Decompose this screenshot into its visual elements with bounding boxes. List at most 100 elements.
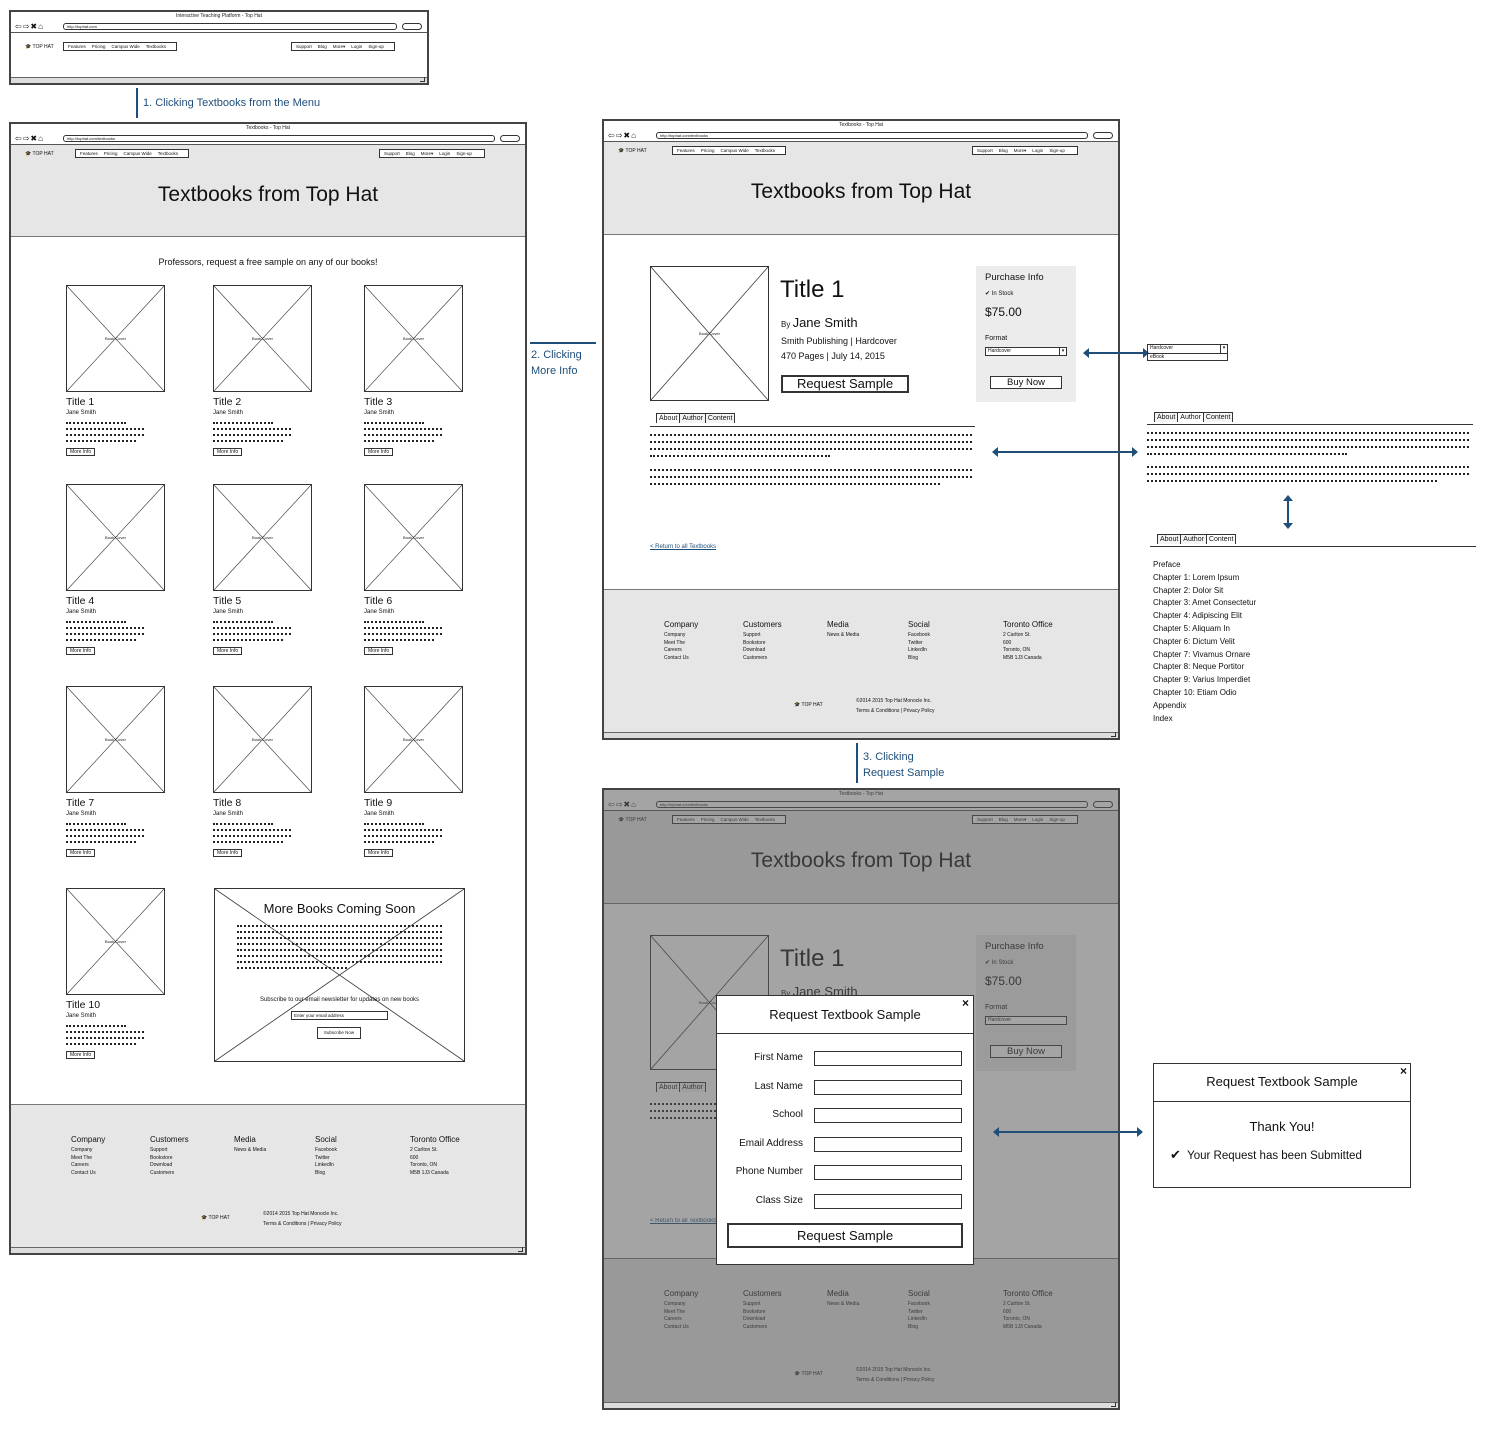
- logo[interactable]: 🎓 TOP HAT: [25, 43, 54, 51]
- more-info-button[interactable]: More Info: [364, 647, 394, 655]
- address-bar[interactable]: http://tophat.com: [63, 23, 397, 30]
- book-title[interactable]: Title 7: [66, 797, 94, 809]
- chapter-item[interactable]: Chapter 7: Vivamus Ornare: [1153, 649, 1256, 662]
- book-title[interactable]: Title 10: [66, 999, 100, 1011]
- book-title[interactable]: Title 9: [364, 797, 392, 809]
- book-cover[interactable]: Book Cover: [66, 285, 165, 392]
- chapter-item[interactable]: Chapter 4: Adipiscing Elit: [1153, 610, 1256, 623]
- more-info-button[interactable]: More Info: [66, 448, 96, 456]
- more-info-button[interactable]: More Info: [364, 849, 394, 857]
- form-input[interactable]: [814, 1051, 962, 1066]
- book-title[interactable]: Title 6: [364, 595, 392, 607]
- format-option-hardcover[interactable]: Hardcover ▾: [1148, 345, 1227, 354]
- menu-features[interactable]: Features: [677, 148, 695, 153]
- chapter-item[interactable]: Chapter 3: Amet Consectetur: [1153, 597, 1256, 610]
- tab-content[interactable]: Content: [704, 413, 736, 423]
- format-select[interactable]: Hardcover ▾: [985, 347, 1067, 356]
- search-button[interactable]: [402, 23, 422, 30]
- request-sample-button[interactable]: Request Sample: [781, 375, 909, 393]
- menu-login[interactable]: Login: [439, 151, 450, 156]
- menu-features[interactable]: Features: [68, 44, 86, 49]
- book-cover[interactable]: Book Cover: [66, 888, 165, 995]
- menu-support[interactable]: Support: [384, 151, 400, 156]
- buy-now-button[interactable]: Buy Now: [990, 376, 1062, 389]
- more-info-button[interactable]: More Info: [66, 1051, 96, 1059]
- more-info-button[interactable]: More Info: [213, 849, 243, 857]
- form-input[interactable]: [814, 1108, 962, 1123]
- tab-author[interactable]: Author: [1180, 534, 1207, 544]
- tab-author[interactable]: Author: [679, 413, 706, 423]
- more-info-button[interactable]: More Info: [213, 647, 243, 655]
- book-title[interactable]: Title 4: [66, 595, 94, 607]
- menu-features[interactable]: Features: [80, 151, 98, 156]
- logo[interactable]: 🎓 TOP HAT: [25, 150, 54, 158]
- tab-about[interactable]: About: [656, 413, 681, 423]
- tab-about[interactable]: About: [1157, 534, 1182, 544]
- book-title[interactable]: Title 3: [364, 396, 392, 408]
- menu-signup[interactable]: Sign-up: [1049, 148, 1065, 153]
- menu-more[interactable]: More▾: [333, 44, 346, 49]
- menu-blog[interactable]: Blog: [406, 151, 415, 156]
- browser-nav-icons[interactable]: ⇦⇨✖⌂: [608, 130, 637, 141]
- book-cover[interactable]: Book Cover: [66, 484, 165, 591]
- form-input[interactable]: [814, 1079, 962, 1095]
- menu-textbooks[interactable]: Textbooks: [755, 148, 775, 153]
- more-info-button[interactable]: More Info: [213, 448, 243, 456]
- menu-textbooks[interactable]: Textbooks: [146, 44, 166, 49]
- book-cover[interactable]: Book Cover: [364, 484, 463, 591]
- book-cover[interactable]: Book Cover: [364, 285, 463, 392]
- menu-support[interactable]: Support: [296, 44, 312, 49]
- address-bar[interactable]: http://tophat.com/textbooks: [656, 132, 1088, 139]
- menu-campus-wide[interactable]: Campus Wide: [721, 148, 749, 153]
- book-title[interactable]: Title 1: [66, 396, 94, 408]
- subscribe-button[interactable]: Subscribe Now: [317, 1027, 361, 1039]
- menu-signup[interactable]: Sign-up: [368, 44, 384, 49]
- return-link[interactable]: < Return to all Textbooks: [650, 544, 716, 550]
- search-button[interactable]: [1093, 132, 1113, 139]
- menu-login[interactable]: Login: [1032, 148, 1043, 153]
- tab-content[interactable]: Content: [1205, 534, 1237, 544]
- book-title[interactable]: Title 2: [213, 396, 241, 408]
- email-input[interactable]: Enter your email address: [291, 1011, 388, 1020]
- menu-campus-wide[interactable]: Campus Wide: [124, 151, 152, 156]
- chapter-item[interactable]: Index: [1153, 713, 1256, 726]
- menu-pricing[interactable]: Pricing: [104, 151, 118, 156]
- form-input[interactable]: [814, 1165, 962, 1180]
- menu-login[interactable]: Login: [351, 44, 362, 49]
- address-bar[interactable]: http://tophat.com/textbooks: [63, 135, 495, 142]
- menu-pricing[interactable]: Pricing: [92, 44, 106, 49]
- search-button[interactable]: [500, 135, 520, 142]
- chapter-item[interactable]: Chapter 5: Aliquam In: [1153, 623, 1256, 636]
- tab-content[interactable]: Content: [1202, 412, 1234, 422]
- book-cover[interactable]: Book Cover: [364, 686, 463, 793]
- chapter-item[interactable]: Chapter 2: Dolor Sit: [1153, 585, 1256, 598]
- chapter-item[interactable]: Appendix: [1153, 700, 1256, 713]
- form-input[interactable]: [814, 1193, 962, 1209]
- more-info-button[interactable]: More Info: [66, 647, 96, 655]
- chapter-item[interactable]: Chapter 6: Dictum Velit: [1153, 636, 1256, 649]
- footer-links[interactable]: Terms & Conditions | Privacy Policy: [856, 706, 935, 716]
- chapter-item[interactable]: Chapter 8: Neque Portitor: [1153, 661, 1256, 674]
- chapter-item[interactable]: Chapter 9: Varius Imperdiet: [1153, 674, 1256, 687]
- tab-about[interactable]: About: [1154, 412, 1179, 422]
- menu-support[interactable]: Support: [977, 148, 993, 153]
- menu-more[interactable]: More▾: [421, 151, 434, 156]
- menu-more[interactable]: More▾: [1014, 148, 1027, 153]
- book-title[interactable]: Title 5: [213, 595, 241, 607]
- menu-campus-wide[interactable]: Campus Wide: [112, 44, 140, 49]
- book-title[interactable]: Title 8: [213, 797, 241, 809]
- submit-request-button[interactable]: Request Sample: [727, 1223, 963, 1248]
- browser-nav-icons[interactable]: ⇦⇨✖⌂: [15, 21, 44, 32]
- format-option-ebook[interactable]: eBook: [1148, 354, 1227, 362]
- menu-blog[interactable]: Blog: [318, 44, 327, 49]
- chapter-item[interactable]: Chapter 1: Lorem Ipsum: [1153, 572, 1256, 585]
- more-info-button[interactable]: More Info: [364, 448, 394, 456]
- browser-nav-icons[interactable]: ⇦⇨✖⌂: [15, 133, 44, 144]
- book-cover[interactable]: Book Cover: [66, 686, 165, 793]
- footer-logo[interactable]: 🎓 TOP HAT: [201, 1215, 230, 1221]
- logo[interactable]: 🎓 TOP HAT: [618, 147, 647, 155]
- menu-textbooks[interactable]: Textbooks: [158, 151, 178, 156]
- tab-author[interactable]: Author: [1177, 412, 1204, 422]
- menu-signup[interactable]: Sign-up: [456, 151, 472, 156]
- chapter-item[interactable]: Preface: [1153, 559, 1256, 572]
